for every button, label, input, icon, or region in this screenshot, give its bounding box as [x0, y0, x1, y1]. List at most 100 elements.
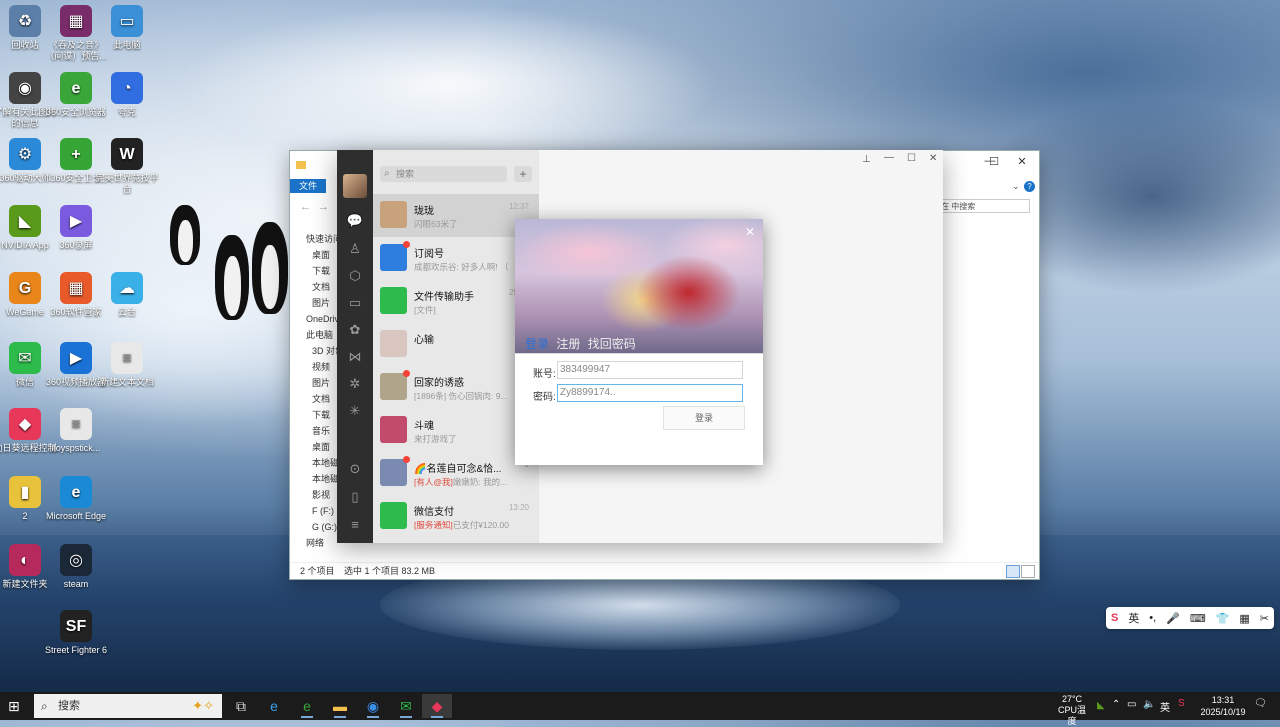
avatar — [380, 459, 407, 486]
explorer-search-input[interactable]: 在 中搜索 — [936, 199, 1030, 213]
close-icon[interactable]: ✕ — [745, 225, 755, 239]
screenshot-icon[interactable]: ✂ — [1260, 612, 1269, 625]
phone-icon[interactable]: ▯ — [346, 488, 364, 506]
task-view-icon[interactable]: ⧉ — [226, 694, 256, 718]
favorites-icon[interactable]: ⬡ — [346, 267, 364, 285]
desktop-icon[interactable]: ◔ 夸克 — [95, 72, 159, 118]
tiles-view-icon[interactable] — [1021, 565, 1035, 578]
folder-icon[interactable]: ▭ — [346, 294, 364, 312]
microphone-icon[interactable]: 🎤 — [1166, 612, 1180, 625]
unread-badge — [403, 370, 410, 377]
taskbar-search-input[interactable]: ⌕ 搜索 ✦✧ — [34, 694, 222, 718]
360-browser-icon[interactable]: e — [292, 694, 322, 718]
conversation-time: 13:20 — [508, 503, 529, 512]
mini-program-icon[interactable]: ✳ — [346, 402, 364, 420]
pin-icon[interactable]: ⊥ — [862, 154, 871, 165]
desktop-app-icon: ◆ — [9, 408, 41, 440]
desktop-icon[interactable]: ▶ 360录屏 — [44, 205, 108, 251]
nvidia-tray-icon[interactable]: ◣ — [1097, 700, 1105, 711]
moments-icon[interactable]: ✿ — [346, 321, 364, 339]
chat-search-input[interactable]: 搜索 — [380, 166, 507, 182]
chat-bubble-icon[interactable]: 💬 — [346, 212, 364, 230]
login-button[interactable]: 登录 — [663, 406, 745, 430]
back-arrow-icon[interactable]: ← — [300, 201, 311, 213]
windows-start-icon[interactable]: ⊞ — [8, 698, 24, 714]
login-banner-image — [515, 219, 763, 353]
volume-icon[interactable]: 🔈 — [1143, 699, 1155, 710]
desktop-app-icon: ◣ — [9, 205, 41, 237]
sogou-ime-icon[interactable]: S — [1178, 698, 1185, 709]
desktop-icon[interactable]: ▭ 此电脑 — [95, 5, 159, 51]
tab-register[interactable]: 注册 — [556, 337, 580, 351]
close-icon[interactable]: ✕ — [929, 153, 937, 164]
punctuation-icon[interactable]: •, — [1149, 612, 1156, 624]
taskbar-clock[interactable]: 13:31 2025/10/19 — [1196, 694, 1250, 718]
desktop-icon-label: Microsoft Edge — [45, 511, 107, 521]
conversation-name: 文件传输助手 — [414, 292, 474, 303]
desktop-app-icon: e — [60, 72, 92, 104]
ime-toolbar[interactable]: S 英 •, 🎤 ⌨ 👕 ▦ ✂ — [1106, 607, 1274, 629]
conversation-item[interactable]: 微信支付 [服务通知]已支付¥120.00 13:20 — [373, 495, 539, 538]
password-field[interactable]: Zy8899174.. — [557, 384, 743, 402]
minimize-icon[interactable]: — — [884, 152, 894, 163]
help-icon[interactable]: ? — [1024, 181, 1035, 192]
desktop-icon[interactable]: ≡ 新建文本文档 — [95, 342, 159, 388]
penguin — [215, 235, 249, 320]
details-view-icon[interactable] — [1006, 565, 1020, 578]
desktop-app-icon: ▶ — [60, 205, 92, 237]
menu-icon[interactable]: ≡ — [346, 516, 364, 534]
app-icon[interactable]: ◆ — [422, 694, 452, 718]
desktop-icon-label: Street Fighter 6 — [44, 645, 108, 655]
desktop-icon-label: 云台 — [117, 307, 136, 317]
desktop-icon[interactable]: ☁ 云台 — [95, 272, 159, 318]
channels-icon[interactable]: ⋈ — [346, 348, 364, 366]
ribbon-tab-file[interactable]: 文件 — [290, 179, 326, 193]
forward-arrow-icon[interactable]: → — [318, 201, 329, 213]
maximize-icon[interactable]: ☐ — [984, 155, 1004, 168]
edge-icon[interactable]: e — [259, 694, 289, 718]
desktop-app-icon: ⚙ — [9, 138, 41, 170]
add-chat-button[interactable]: + — [514, 166, 532, 182]
conversation-name: 🌈名莲自可念&恰... — [414, 464, 502, 475]
sogou-logo-icon[interactable]: S — [1111, 612, 1118, 624]
desktop-icon[interactable]: e Microsoft Edge — [44, 476, 108, 522]
notification-icon[interactable]: 🗨 — [1254, 698, 1267, 709]
tab-login[interactable]: 登录 — [525, 337, 549, 351]
login-dialog[interactable]: ✕ 登录 注册 找回密码 账号: 383499947 密码: Zy8899174… — [515, 219, 763, 465]
cpu-temp-widget[interactable]: 27°C CPU温度 — [1054, 694, 1090, 727]
contacts-icon[interactable]: ♙ — [346, 240, 364, 258]
desktop-icon[interactable]: ≡ lloyspstick... — [44, 408, 108, 454]
avatar — [380, 330, 407, 357]
maximize-icon[interactable]: ☐ — [907, 153, 916, 164]
ime-lang-toggle[interactable]: 英 — [1128, 610, 1139, 626]
conversation-name: 微信支付 — [414, 507, 454, 518]
skin-icon[interactable]: 👕 — [1216, 612, 1230, 625]
desktop-app-icon: ♻ — [9, 5, 41, 37]
avatar[interactable] — [343, 174, 367, 198]
chevron-up-icon[interactable]: ⌃ — [1112, 699, 1120, 710]
chevron-down-icon[interactable]: ⌄ — [1012, 181, 1020, 192]
penguin — [252, 222, 288, 314]
conversation-preview: 成都欢乐谷: 好多人啊! （小 — [414, 261, 509, 273]
desktop-icon[interactable]: SF Street Fighter 6 — [44, 610, 108, 656]
input-language[interactable]: 英 — [1160, 699, 1170, 714]
desktop-app-icon: ▭ — [111, 5, 143, 37]
conversation-name: 订阅号 — [414, 249, 444, 260]
close-icon[interactable]: ✕ — [1012, 155, 1032, 168]
keyboard-icon[interactable]: ⌨ — [1190, 612, 1206, 625]
search-globe-icon[interactable]: ✲ — [346, 375, 364, 393]
file-explorer-icon[interactable]: ▬ — [325, 694, 355, 718]
compass-icon[interactable]: ⊙ — [346, 460, 364, 478]
toolbox-icon[interactable]: ▦ — [1239, 612, 1249, 625]
tab-recover-password[interactable]: 找回密码 — [588, 337, 636, 351]
quark-icon[interactable]: ◉ — [358, 694, 388, 718]
account-field[interactable]: 383499947 — [557, 361, 743, 379]
desktop-icon[interactable]: W 完美世界竞技平台 — [95, 138, 159, 195]
desktop-icon[interactable]: ◎ steam — [44, 544, 108, 590]
preview-text: 来打游戏了 — [414, 434, 457, 444]
clock-date: 2025/10/19 — [1200, 707, 1246, 717]
wechat-icon[interactable]: ✉ — [391, 694, 421, 718]
desktop-icon-label: 完美世界竞技平台 — [95, 173, 159, 194]
avatar — [380, 373, 407, 400]
network-icon[interactable]: ▭ — [1127, 699, 1136, 710]
